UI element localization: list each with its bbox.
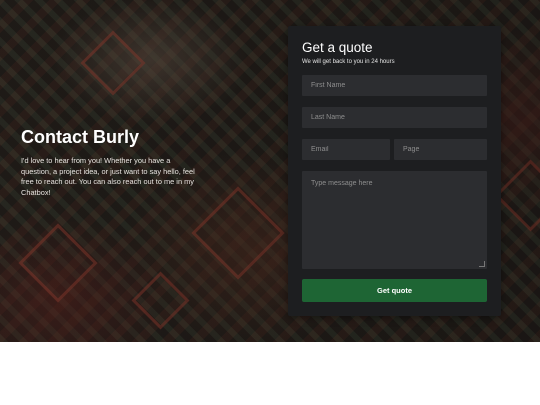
form-subtitle: We will get back to you in 24 hours <box>302 59 395 65</box>
resize-handle-icon[interactable] <box>479 261 485 267</box>
page-title: Contact Burly <box>21 127 140 147</box>
form-title: Get a quote <box>302 40 373 55</box>
first-name-field[interactable] <box>302 75 487 96</box>
get-quote-button[interactable]: Get quote <box>302 279 487 302</box>
page-field[interactable] <box>394 139 487 160</box>
page-footer-area <box>0 342 540 405</box>
quote-form: Get a quote We will get back to you in 2… <box>288 26 501 316</box>
last-name-field[interactable] <box>302 107 487 128</box>
hero-background: Contact Burly I'd love to hear from you!… <box>0 0 540 342</box>
contact-intro: Contact Burly I'd love to hear from you!… <box>21 126 201 198</box>
message-field-wrapper <box>302 171 487 269</box>
email-field[interactable] <box>302 139 390 160</box>
intro-text: I'd love to hear from you! Whether you h… <box>21 156 195 197</box>
message-field[interactable] <box>302 171 487 269</box>
